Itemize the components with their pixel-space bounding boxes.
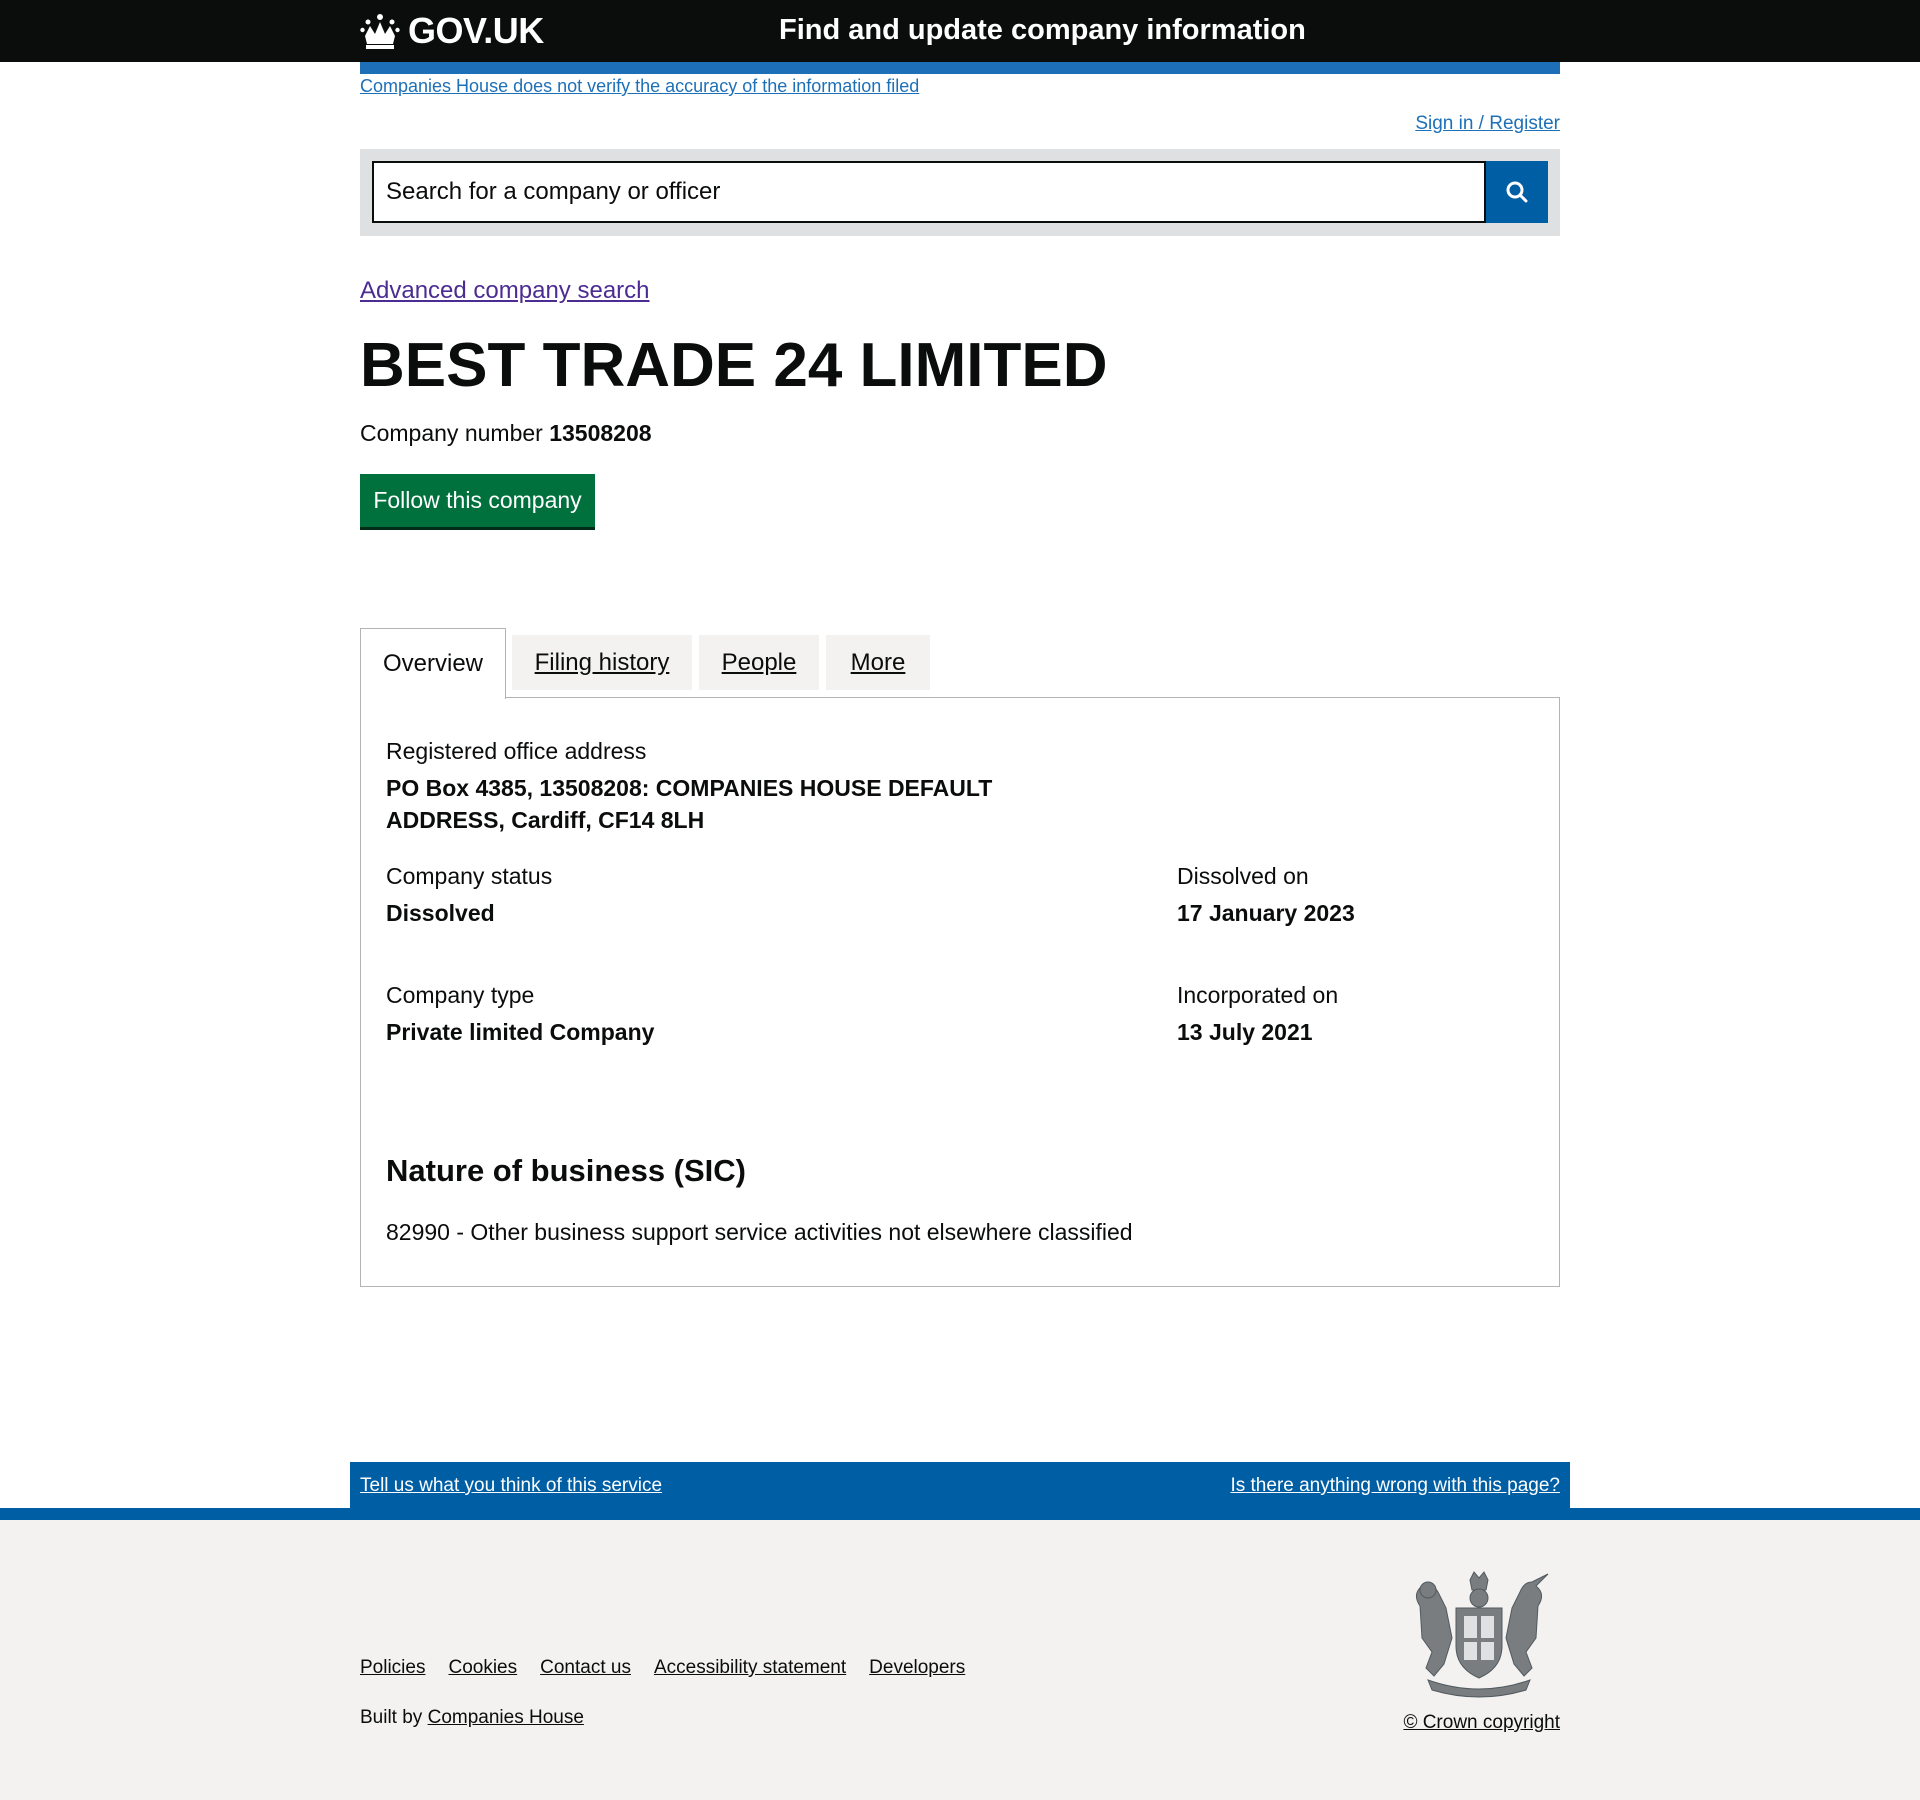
incorporated-on-value: 13 July 2021 [1177, 1019, 1313, 1045]
site-header: GOV.UK Find and update company informati… [0, 0, 1920, 62]
tab-people[interactable]: People [699, 635, 819, 690]
incorporated-on-label: Incorporated on [1177, 982, 1339, 1008]
built-by-prefix: Built by [360, 1707, 423, 1728]
company-number-label: Company number [360, 420, 543, 446]
sign-in-register-link[interactable]: Sign in / Register [1415, 113, 1560, 135]
company-status-label: Company status [386, 863, 553, 889]
header-blue-bar [360, 62, 1560, 74]
accuracy-notice-link[interactable]: Companies House does not verify the accu… [360, 76, 919, 97]
feedback-bar: Tell us what you think of this service I… [350, 1462, 1570, 1508]
crown-copyright-link[interactable]: © Crown copyright [1403, 1712, 1560, 1734]
search-input[interactable] [372, 161, 1486, 223]
follow-company-button[interactable]: Follow this company [360, 474, 595, 527]
tab-overview[interactable]: Overview [360, 628, 506, 699]
company-type-label: Company type [386, 982, 535, 1008]
company-status-value: Dissolved [386, 900, 495, 926]
registered-office-address-line2: ADDRESS, Cardiff, CF14 8LH [386, 807, 705, 833]
sic-heading: Nature of business (SIC) [386, 1153, 746, 1188]
footer-link-developers[interactable]: Developers [869, 1657, 965, 1679]
company-type-value: Private limited Company [386, 1019, 655, 1045]
footer-link-policies[interactable]: Policies [360, 1657, 425, 1679]
footer-links: Policies Cookies Contact us Accessibilit… [360, 1657, 965, 1679]
advanced-company-search-link[interactable]: Advanced company search [360, 277, 650, 305]
logo-text: GOV.UK [408, 10, 544, 51]
search-bar [360, 149, 1560, 236]
registered-office-label: Registered office address [386, 738, 647, 764]
tab-filing-history[interactable]: Filing history [512, 635, 692, 690]
built-by-text: Built by Companies House [360, 1707, 584, 1729]
service-name-link[interactable]: Find and update company information [779, 14, 1306, 47]
dissolved-on-value: 17 January 2023 [1177, 900, 1355, 926]
sic-code-item: 82990 - Other business support service a… [386, 1219, 1133, 1245]
footer-link-contact[interactable]: Contact us [540, 1657, 631, 1679]
report-problem-link[interactable]: Is there anything wrong with this page? [1230, 1475, 1560, 1497]
footer-top-border [0, 1508, 1920, 1520]
search-icon [1506, 181, 1528, 203]
footer-link-accessibility[interactable]: Accessibility statement [654, 1657, 846, 1679]
crown-icon [360, 14, 400, 49]
companies-house-link[interactable]: Companies House [428, 1707, 584, 1728]
company-number-value: 13508208 [549, 420, 652, 446]
company-number: Company number 13508208 [360, 420, 652, 447]
tab-more[interactable]: More [826, 635, 930, 690]
site-footer: Policies Cookies Contact us Accessibilit… [0, 1520, 1920, 1800]
footer-link-cookies[interactable]: Cookies [448, 1657, 517, 1679]
overview-panel: Registered office address PO Box 4385, 1… [360, 697, 1560, 1287]
dissolved-on-label: Dissolved on [1177, 863, 1309, 889]
registered-office-address-line1: PO Box 4385, 13508208: COMPANIES HOUSE D… [386, 775, 993, 801]
govuk-logo-link[interactable]: GOV.UK [360, 9, 544, 53]
company-name-heading: BEST TRADE 24 LIMITED [360, 331, 1108, 400]
service-feedback-link[interactable]: Tell us what you think of this service [360, 1475, 662, 1497]
search-button[interactable] [1486, 161, 1548, 223]
royal-coat-of-arms-icon [1416, 1571, 1549, 1698]
